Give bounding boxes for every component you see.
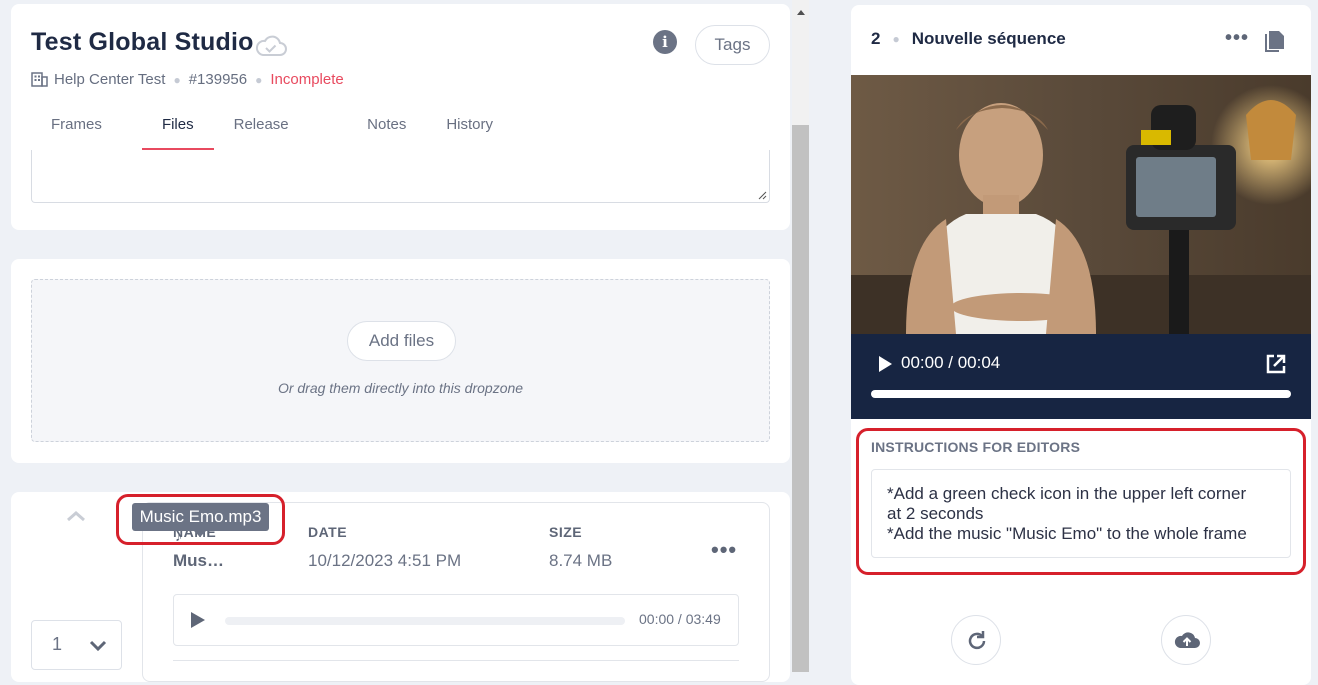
file-dropzone[interactable]: Add files Or drag them directly into thi… [31, 279, 770, 442]
video-progress-track[interactable] [871, 390, 1291, 398]
audio-time: 00:00 / 03:49 [639, 611, 721, 627]
info-icon[interactable]: i [653, 30, 677, 54]
sequence-header: 2 ● Nouvelle séquence [871, 29, 1066, 49]
scrollbar-thumb[interactable] [792, 125, 809, 672]
video-thumbnail [851, 75, 1311, 334]
instructions-highlight [856, 428, 1306, 575]
video-time: 00:00 / 00:04 [901, 353, 1001, 372]
audio-player: 00:00 / 03:49 [173, 594, 739, 646]
dropzone-hint: Or drag them directly into this dropzone [277, 380, 524, 396]
tab-history[interactable]: History [426, 108, 513, 151]
video-preview[interactable] [851, 75, 1311, 334]
tab-notes[interactable]: Notes [347, 108, 426, 151]
upload-card: Add files Or drag them directly into thi… [11, 259, 790, 463]
building-icon [31, 72, 48, 87]
project-meta: Help Center Test ● #139956 ● Incomplete [31, 71, 344, 88]
project-tabs: Frames (3) Files Release forms Notes His… [31, 108, 513, 167]
file-name[interactable]: Mus… [173, 551, 224, 571]
audio-play-icon[interactable] [191, 612, 205, 628]
project-id: #139956 [188, 71, 248, 88]
video-controls: 00:00 / 00:04 [851, 334, 1311, 419]
tooltip-highlight [116, 494, 285, 545]
file-more-icon[interactable]: ••• [711, 537, 737, 563]
sequence-panel: 2 ● Nouvelle séquence ••• 00:00 / 00:04 … [851, 5, 1311, 685]
video-play-icon[interactable] [879, 356, 892, 372]
column-header-size: SIZE [549, 524, 583, 540]
audio-progress-track[interactable] [225, 617, 625, 625]
copy-icon[interactable] [1265, 29, 1287, 53]
sequence-more-icon[interactable]: ••• [1225, 27, 1249, 50]
file-size: 8.74 MB [549, 551, 613, 570]
notes-textarea[interactable] [31, 150, 770, 203]
add-files-button[interactable]: Add files [347, 321, 456, 361]
sequence-number: 2 [871, 29, 881, 48]
project-title: Test Global Studio [31, 28, 254, 56]
row-divider [173, 660, 739, 661]
upload-button[interactable] [1161, 615, 1211, 665]
resize-grip-icon[interactable] [757, 190, 767, 200]
refresh-icon [968, 631, 986, 650]
cloud-sync-icon [255, 35, 287, 56]
replace-button[interactable] [951, 615, 1001, 665]
file-date: 10/12/2023 4:51 PM [308, 551, 462, 570]
open-external-icon[interactable] [1265, 353, 1287, 375]
scroll-up-arrow-icon[interactable] [797, 10, 805, 15]
workspace-name[interactable]: Help Center Test [54, 71, 165, 88]
project-header-card: Test Global Studio Help Center Test ● #1… [11, 4, 790, 230]
page-select-value: 1 [52, 634, 63, 654]
tab-frames[interactable]: Frames (3) [31, 108, 142, 167]
tab-files[interactable]: Files [141, 108, 214, 151]
status-badge: Incomplete [270, 71, 344, 88]
tab-release-forms[interactable]: Release forms [214, 108, 348, 167]
sequence-name[interactable]: Nouvelle séquence [912, 29, 1066, 49]
column-header-date: DATE [308, 524, 348, 540]
page-select[interactable]: 1 [31, 620, 122, 670]
chevron-up-icon[interactable] [65, 509, 87, 523]
chevron-down-icon [89, 640, 107, 652]
tags-button[interactable]: Tags [695, 25, 770, 65]
cloud-upload-icon [1174, 632, 1200, 648]
